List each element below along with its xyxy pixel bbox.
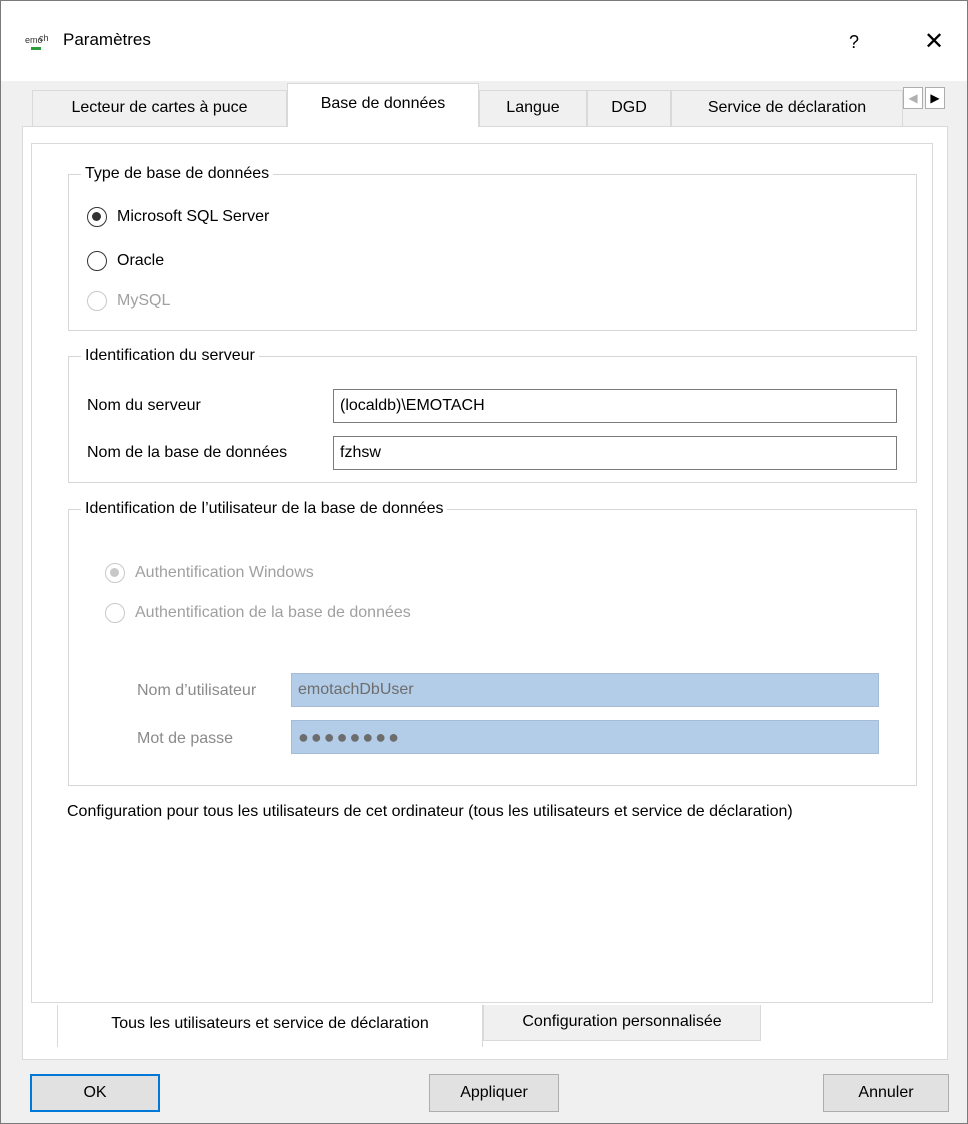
radio-button-icon: [87, 291, 107, 311]
tab-scroll-right-icon[interactable]: ▶: [925, 87, 945, 109]
config-scope-note: Configuration pour tous les utilisateurs…: [67, 803, 793, 820]
radio-button-icon: [105, 603, 125, 623]
window-title: Paramètres: [63, 30, 151, 49]
apply-button[interactable]: Appliquer: [429, 1074, 559, 1112]
db-name-label: Nom de la base de données: [87, 444, 288, 461]
close-button[interactable]: ✕: [917, 25, 951, 59]
server-name-input[interactable]: (localdb)\EMOTACH: [333, 389, 897, 423]
tab-database[interactable]: Base de données: [287, 83, 479, 127]
app-icon: emo ch: [25, 31, 53, 53]
password-label: Mot de passe: [137, 730, 234, 747]
password-input: ●●●●●●●●: [291, 720, 879, 754]
cancel-button[interactable]: Annuler: [823, 1074, 949, 1112]
title-bar: emo ch Paramètres ? ✕: [1, 1, 967, 81]
radio-button-icon: [87, 251, 107, 271]
radio-label: Microsoft SQL Server: [117, 208, 270, 225]
tab-declaration-service[interactable]: Service de déclaration: [671, 90, 903, 126]
server-id-group-title: Identification du serveur: [81, 345, 259, 367]
db-type-group: Type de base de données: [68, 163, 917, 331]
radio-label: Authentification Windows: [135, 564, 314, 581]
ok-button[interactable]: OK: [30, 1074, 160, 1112]
tab-scroll-controls: ◀ ▶: [903, 87, 947, 109]
server-name-label: Nom du serveur: [87, 397, 201, 414]
radio-oracle[interactable]: Oracle: [87, 251, 164, 271]
radio-sql-server[interactable]: Microsoft SQL Server: [87, 207, 269, 227]
user-auth-group-title: Identification de l’utilisateur de la ba…: [81, 498, 448, 520]
tab-language[interactable]: Langue: [479, 90, 587, 126]
radio-windows-auth: Authentification Windows: [105, 563, 314, 583]
username-label: Nom d’utilisateur: [137, 682, 257, 699]
tab-scroll-left-icon[interactable]: ◀: [903, 87, 923, 109]
radio-mysql: MySQL: [87, 291, 170, 311]
tab-custom-config[interactable]: Configuration personnalisée: [483, 1005, 761, 1041]
radio-label: MySQL: [117, 292, 171, 309]
db-name-input[interactable]: fzhsw: [333, 436, 897, 470]
radio-button-icon: [105, 563, 125, 583]
radio-button-icon: [87, 207, 107, 227]
radio-label: Oracle: [117, 252, 165, 269]
tab-smart-card-reader[interactable]: Lecteur de cartes à puce: [32, 90, 287, 126]
help-button[interactable]: ?: [839, 27, 869, 57]
settings-dialog: emo ch Paramètres ? ✕ Lecteur de cartes …: [0, 0, 968, 1124]
db-type-group-title: Type de base de données: [81, 163, 274, 185]
radio-db-auth: Authentification de la base de données: [105, 603, 411, 623]
username-input: emotachDbUser: [291, 673, 879, 707]
tab-all-users[interactable]: Tous les utilisateurs et service de décl…: [57, 1005, 483, 1047]
tab-dgd[interactable]: DGD: [587, 90, 671, 126]
svg-text:ch: ch: [39, 33, 49, 43]
radio-label: Authentification de la base de données: [135, 604, 411, 621]
